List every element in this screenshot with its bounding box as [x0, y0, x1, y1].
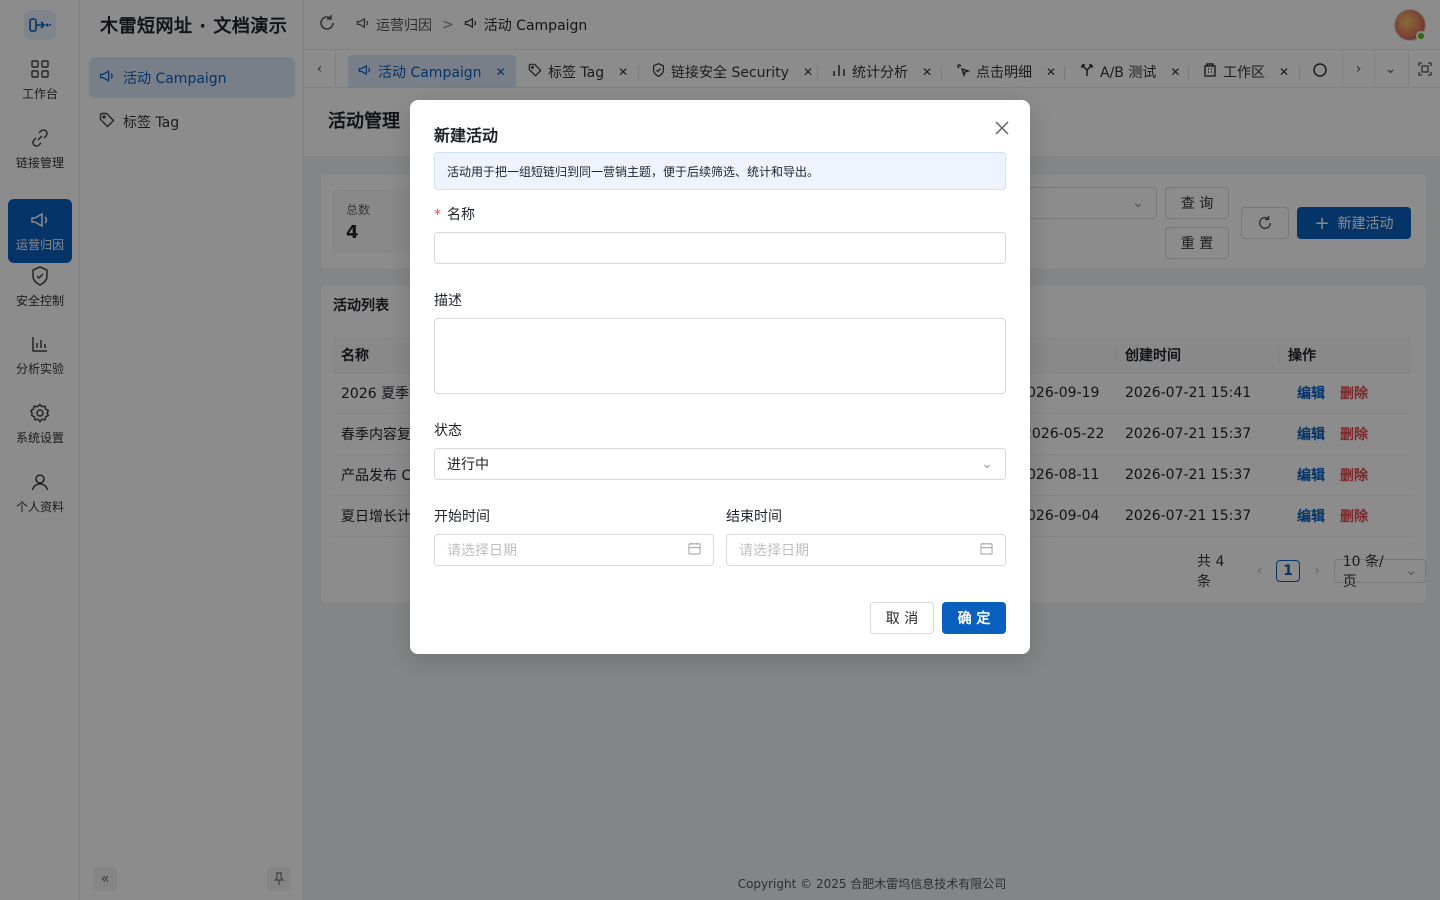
start-time-label: 开始时间: [434, 509, 490, 525]
end-date-placeholder: 请选择日期: [739, 543, 809, 559]
cancel-button[interactable]: 取 消: [870, 602, 934, 634]
status-select-value: 进行中: [447, 457, 489, 473]
name-label-text: 名称: [447, 207, 475, 223]
start-date-picker[interactable]: 请选择日期: [434, 534, 714, 566]
info-alert: 活动用于把一组短链归到同一营销主题，便于后续筛选、统计和导出。: [434, 152, 1006, 190]
modal-title: 新建活动: [434, 126, 499, 145]
new-campaign-modal: 新建活动 活动用于把一组短链归到同一营销主题，便于后续筛选、统计和导出。 * 名称…: [410, 100, 1030, 654]
description-label: 描述: [434, 293, 462, 309]
close-icon[interactable]: [994, 120, 1010, 136]
confirm-button[interactable]: 确 定: [942, 602, 1006, 634]
name-label: * 名称: [434, 204, 475, 224]
required-mark: *: [434, 207, 441, 223]
calendar-icon: [688, 542, 701, 559]
calendar-icon: [980, 542, 993, 559]
start-date-placeholder: 请选择日期: [447, 543, 517, 559]
status-label: 状态: [434, 423, 462, 439]
description-textarea[interactable]: [434, 318, 1006, 394]
name-input[interactable]: [434, 232, 1006, 264]
chevron-down-icon: ⌄: [981, 456, 993, 472]
status-select[interactable]: 进行中 ⌄: [434, 448, 1006, 480]
end-date-picker[interactable]: 请选择日期: [726, 534, 1006, 566]
end-time-label: 结束时间: [726, 509, 782, 525]
